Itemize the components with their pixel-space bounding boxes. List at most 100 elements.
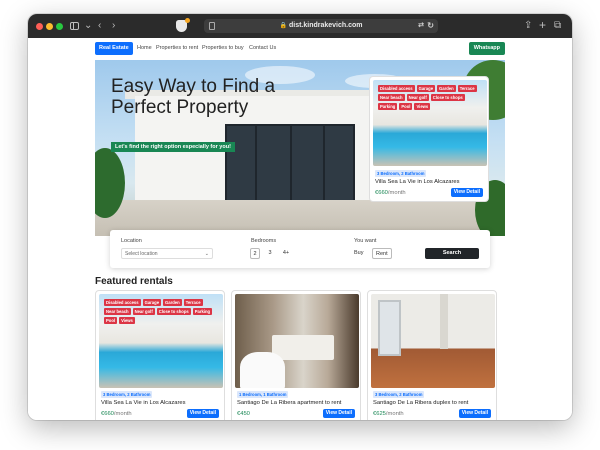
- window-frame: [255, 124, 257, 202]
- listing-title[interactable]: Santiago De La Ribera duplex to rent: [373, 400, 468, 406]
- listing-title[interactable]: Villa Sea La Vie in Los Alcazares: [375, 179, 460, 185]
- browser-window: ⌄ ‹ › 🔒 dist.kindrakevich.com ⇄ ↻ ⇪ + ⧉ R…: [28, 14, 572, 420]
- nav-link-contact-us[interactable]: Contact Us: [249, 42, 276, 55]
- price-value: €660: [101, 411, 114, 417]
- view-detail-button[interactable]: View Detail: [322, 409, 355, 418]
- browser-toolbar: ⌄ ‹ › 🔒 dist.kindrakevich.com ⇄ ↻ ⇪ + ⧉: [28, 14, 572, 38]
- amenity-tag: Garden: [437, 85, 456, 92]
- hero-title: Easy Way to Find a Perfect Property: [111, 76, 276, 118]
- hero-subtitle: Let's find the right option especially f…: [111, 142, 235, 152]
- rooms-badge: 1 Bedroom, 1 Bathroom: [237, 391, 289, 398]
- amenity-tags: Disabled access Garage Garden Terrace Ne…: [104, 299, 218, 324]
- rooms-badge: 3 Bedroom, 2 Bathroom: [101, 391, 153, 398]
- listing-price: €450: [237, 411, 250, 417]
- amenity-tag: Near beach: [378, 94, 405, 101]
- listing-card[interactable]: 3 Bedroom, 2 Bathroom Santiago De La Rib…: [367, 290, 497, 420]
- listing-photo[interactable]: Disabled access Garage Garden Terrace Ne…: [99, 294, 223, 388]
- listing-photo[interactable]: [371, 294, 495, 388]
- amenity-tag: Views: [414, 103, 431, 110]
- hero-listing-card[interactable]: Disabled access Garage Garden Terrace Ne…: [369, 76, 489, 202]
- close-window-button[interactable]: [36, 23, 43, 30]
- listing-title[interactable]: Santiago De La Ribera apartment to rent: [237, 400, 341, 406]
- nav-link-home[interactable]: Home: [137, 42, 152, 55]
- search-button[interactable]: Search: [425, 248, 479, 259]
- location-select-value: Select location: [125, 251, 158, 257]
- amenity-tag: Disabled access: [104, 299, 141, 306]
- you-want-label: You want: [354, 238, 377, 244]
- toilet-shape: [239, 352, 285, 388]
- window-frame: [323, 124, 325, 202]
- listing-photo[interactable]: Disabled access Garage Garden Terrace Ne…: [373, 80, 487, 166]
- bedroom-option-4plus[interactable]: 4+: [280, 248, 292, 259]
- amenity-tag: Near beach: [104, 308, 131, 315]
- amenity-tag: Terrace: [183, 299, 203, 306]
- amenity-tag: Close to shops: [430, 94, 465, 101]
- amenity-tag: Near golf: [406, 94, 429, 101]
- bedroom-option-2[interactable]: 2: [250, 248, 260, 259]
- site-navbar: Real Estate Home Properties to rent Prop…: [28, 38, 572, 60]
- lock-icon: 🔒: [279, 23, 287, 29]
- amenity-tag: Terrace: [457, 85, 477, 92]
- bedroom-option-3[interactable]: 3: [265, 248, 275, 259]
- whatsapp-button[interactable]: Whatsapp: [468, 42, 505, 55]
- price-value: €450: [237, 411, 250, 417]
- amenity-tag: Disabled access: [378, 85, 415, 92]
- price-unit: /month: [387, 190, 406, 196]
- amenity-tag: Garden: [163, 299, 182, 306]
- price-unit: /month: [113, 411, 132, 417]
- door-shape: [378, 299, 401, 357]
- want-option-buy[interactable]: Buy: [354, 248, 363, 259]
- share-icon[interactable]: ⇪: [524, 19, 532, 33]
- back-icon[interactable]: ‹: [98, 19, 101, 33]
- listing-card[interactable]: 1 Bedroom, 1 Bathroom Santiago De La Rib…: [231, 290, 361, 420]
- rooms-badge: 3 Bedroom, 2 Bathroom: [373, 391, 425, 398]
- new-tab-icon[interactable]: +: [539, 18, 546, 32]
- listing-title[interactable]: Villa Sea La Vie in Los Alcazares: [101, 400, 186, 406]
- amenity-tag: Garage: [142, 299, 162, 306]
- amenity-tag: Pool: [104, 317, 118, 324]
- price-value: €625: [373, 411, 386, 417]
- amenity-tag: Parking: [378, 103, 398, 110]
- forward-icon[interactable]: ›: [112, 19, 115, 33]
- brand-logo-button[interactable]: Real Estate: [95, 42, 133, 55]
- listing-price: €660/month: [375, 190, 406, 196]
- want-option-rent[interactable]: Rent: [372, 248, 392, 259]
- featured-heading: Featured rentals: [95, 276, 173, 287]
- chevron-down-icon[interactable]: ⌄: [84, 19, 92, 33]
- location-select[interactable]: Select location ⌄: [121, 248, 213, 259]
- address-bar[interactable]: 🔒 dist.kindrakevich.com ⇄ ↻: [204, 19, 438, 33]
- hero-banner: Easy Way to Find a Perfect Property Let'…: [95, 60, 505, 236]
- location-label: Location: [121, 238, 142, 244]
- window-frame: [290, 124, 292, 202]
- view-detail-button[interactable]: View Detail: [450, 188, 483, 197]
- amenity-tag: Views: [119, 317, 135, 324]
- listing-card[interactable]: Disabled access Garage Garden Terrace Ne…: [95, 290, 225, 420]
- rooms-badge: 3 Bedroom, 2 Bathroom: [375, 170, 427, 177]
- web-page: Real Estate Home Properties to rent Prop…: [28, 38, 572, 420]
- view-detail-button[interactable]: View Detail: [458, 409, 491, 418]
- price-unit: /month: [385, 411, 404, 417]
- price-value: €660: [375, 190, 388, 196]
- translate-icon[interactable]: ⇄: [418, 19, 424, 33]
- reload-icon[interactable]: ↻: [427, 19, 434, 33]
- page-icon: [209, 22, 215, 30]
- wall-shape: [440, 294, 448, 349]
- amenity-tags: Disabled access Garage Garden Terrace Ne…: [378, 85, 482, 110]
- sidebar-toggle-icon[interactable]: [70, 22, 79, 30]
- amenity-tag: Near golf: [132, 308, 155, 315]
- privacy-shield-icon[interactable]: [176, 18, 190, 32]
- minimize-window-button[interactable]: [46, 23, 53, 30]
- zoom-window-button[interactable]: [56, 23, 63, 30]
- chevron-down-icon: ⌄: [204, 251, 209, 257]
- tab-overview-icon[interactable]: ⧉: [554, 19, 561, 33]
- listing-photo[interactable]: [235, 294, 359, 388]
- amenity-tag: Pool: [399, 103, 413, 110]
- amenity-tag: Close to shops: [156, 308, 191, 315]
- view-detail-button[interactable]: View Detail: [186, 409, 219, 418]
- url-text: dist.kindrakevich.com: [288, 22, 363, 29]
- bedrooms-label: Bedrooms: [251, 238, 277, 244]
- nav-link-properties-to-rent[interactable]: Properties to rent: [156, 42, 198, 55]
- amenity-tag: Parking: [192, 308, 213, 315]
- search-panel: Location Select location ⌄ Bedrooms 2 3 …: [110, 230, 490, 268]
- nav-link-properties-to-buy[interactable]: Properties to buy: [202, 42, 244, 55]
